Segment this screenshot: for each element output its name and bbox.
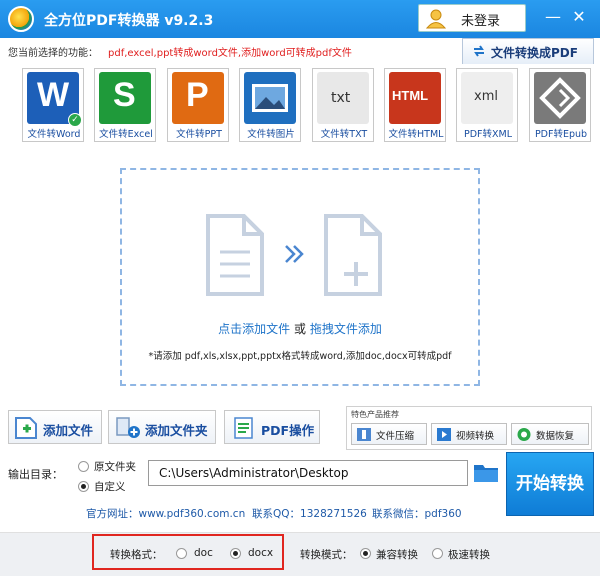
function-hint-value: pdf,excel,ppt转成word文件,添加word可转成pdf文件 [108, 48, 352, 59]
function-hint-label: 您当前选择的功能： [8, 48, 98, 59]
tool-tiles: W ✓ 文件转Word S 文件转Excel P 文件转PPT 文件转图片 tx… [22, 68, 591, 144]
format-label: 转换格式： [110, 549, 163, 561]
tool-file-to-excel[interactable]: S 文件转Excel [94, 68, 156, 142]
drop-illustration [206, 214, 382, 296]
to-pdf-label: 文件转换成PDF [491, 46, 578, 60]
login-label: 未登录 [461, 14, 501, 29]
tool-label: PDF转Epub [534, 129, 588, 140]
tool-label: 文件转TXT [320, 129, 368, 140]
format-docx-radio[interactable] [230, 548, 241, 559]
image-icon [244, 72, 296, 124]
html-glyph: HTML [392, 88, 429, 103]
tool-label: 文件转图片 [247, 129, 295, 140]
tool-label: 文件转HTML [388, 129, 444, 140]
html-icon: HTML [389, 72, 441, 124]
featured-products: 特色产品推荐 文件压缩 视频转换 数据恢复 [346, 406, 592, 450]
double-chevron-right-icon [285, 245, 304, 263]
click-add-link[interactable]: 点击添加文件 [218, 322, 290, 336]
mode-label: 转换模式： [300, 549, 353, 561]
supported-formats-note: *请添加 pdf,xls,xlsx,ppt,pptx格式转成word,添加doc… [148, 351, 452, 362]
qq-text: 联系QQ：1328271526 [252, 508, 367, 520]
add-file-icon [15, 417, 37, 439]
mode-compatible-radio[interactable] [360, 548, 371, 559]
tool-file-to-image[interactable]: 文件转图片 [239, 68, 301, 142]
close-button[interactable]: ✕ [568, 6, 590, 28]
file-compress-button[interactable]: 文件压缩 [351, 423, 427, 445]
recovery-icon [517, 428, 531, 441]
tool-file-to-txt[interactable]: txt 文件转TXT [312, 68, 374, 142]
data-recovery-button[interactable]: 数据恢复 [511, 423, 589, 445]
xml-icon: xml [461, 72, 513, 124]
file-compress-label: 文件压缩 [376, 431, 415, 442]
data-recovery-label: 数据恢复 [536, 431, 575, 442]
app-title: 全方位PDF转换器 v9.2.3 [44, 13, 214, 29]
website-text[interactable]: 官方网址：www.pdf360.com.cn [86, 506, 245, 521]
minimize-button[interactable]: — [542, 6, 564, 28]
tool-pdf-to-xml[interactable]: xml PDF转XML [456, 68, 518, 142]
format-docx-label: docx [248, 547, 274, 559]
mode-fast-label: 极速转换 [448, 549, 490, 561]
original-folder-radio[interactable] [78, 461, 89, 472]
add-folder-button[interactable]: 添加文件夹 [108, 410, 216, 444]
tool-label: 文件转Word [27, 129, 81, 140]
epub-icon [534, 72, 586, 124]
format-doc-label: doc [194, 547, 213, 559]
ppt-glyph: P [186, 76, 209, 114]
compress-icon [357, 428, 371, 441]
word-icon: W ✓ [27, 72, 82, 127]
to-pdf-button[interactable]: 文件转换成PDF [462, 38, 594, 64]
excel-icon: S [99, 72, 151, 124]
featured-title: 特色产品推荐 [351, 410, 399, 419]
add-file-label: 添加文件 [43, 423, 94, 438]
video-convert-label: 视频转换 [456, 431, 495, 442]
add-folder-icon [116, 417, 140, 438]
mode-fast-radio[interactable] [432, 548, 443, 559]
custom-folder-label: 自定义 [94, 481, 126, 493]
original-folder-label: 原文件夹 [94, 461, 136, 473]
excel-glyph: S [113, 76, 136, 114]
pdf-ops-label: PDF操作 [261, 423, 315, 438]
wechat-text: 联系微信：pdf360 [372, 508, 462, 520]
output-dir-label: 输出目录： [8, 468, 63, 481]
tool-file-to-word[interactable]: W ✓ 文件转Word [22, 68, 84, 142]
app-logo-icon [8, 6, 34, 32]
word-glyph: W [37, 76, 70, 114]
txt-icon: txt [317, 72, 369, 124]
pdf-ops-button[interactable]: PDF操作 [224, 410, 320, 444]
login-button[interactable]: 未登录 [418, 4, 526, 32]
user-avatar-icon [425, 9, 447, 29]
tool-pdf-to-epub[interactable]: PDF转Epub [529, 68, 591, 142]
txt-glyph: txt [331, 90, 351, 106]
checkmark-icon: ✓ [68, 113, 82, 127]
folder-browse-icon[interactable] [472, 460, 500, 484]
xml-glyph: xml [474, 89, 498, 104]
drop-instructions: 点击添加文件 或 拖拽文件添加 [122, 320, 478, 337]
add-document-icon [324, 214, 382, 296]
tool-label: PDF转XML [463, 129, 512, 140]
ppt-icon: P [172, 72, 224, 124]
custom-folder-radio[interactable] [78, 481, 89, 492]
title-bar: 全方位PDF转换器 v9.2.3 未登录 — ✕ [0, 0, 600, 38]
tool-label: 文件转Excel [99, 129, 153, 140]
or-label: 或 [293, 322, 306, 336]
convert-arrows-icon [474, 45, 484, 57]
format-doc-radio[interactable] [176, 548, 187, 559]
output-path-input[interactable]: C:\Users\Administrator\Desktop [148, 460, 468, 486]
tool-file-to-html[interactable]: HTML 文件转HTML [384, 68, 446, 142]
tool-label: 文件转PPT [176, 129, 222, 140]
add-file-button[interactable]: 添加文件 [8, 410, 102, 444]
video-icon [437, 428, 451, 441]
tool-file-to-ppt[interactable]: P 文件转PPT [167, 68, 229, 142]
start-convert-button[interactable]: 开始转换 [506, 452, 594, 516]
pdf-ops-icon [234, 417, 253, 439]
file-drop-zone[interactable]: 点击添加文件 或 拖拽文件添加 *请添加 pdf,xls,xlsx,ppt,pp… [120, 168, 480, 386]
add-folder-label: 添加文件夹 [145, 423, 208, 438]
mode-compatible-label: 兼容转换 [376, 549, 418, 561]
document-icon [206, 214, 264, 296]
drag-add-link[interactable]: 拖拽文件添加 [310, 322, 382, 336]
video-convert-button[interactable]: 视频转换 [431, 423, 507, 445]
